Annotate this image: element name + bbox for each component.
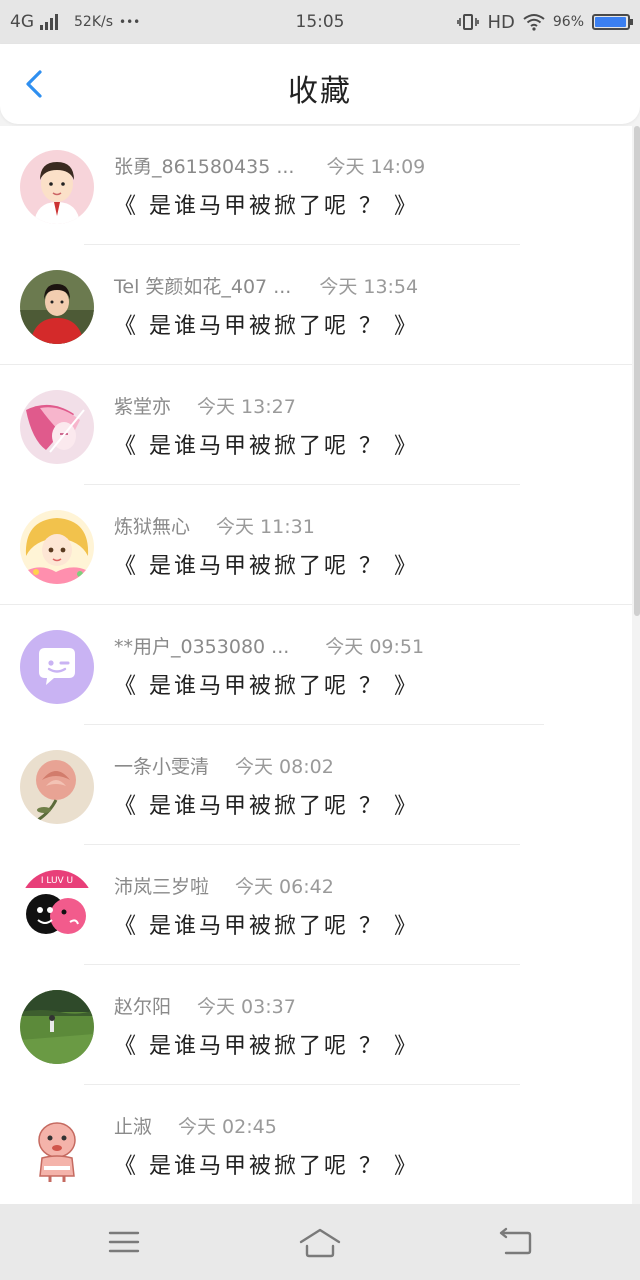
list-item[interactable]: 张勇_861580435 ... 今天 14:09 《 是谁马甲被掀了呢 ？ 》	[0, 126, 632, 246]
user-name: 紫堂亦	[114, 396, 172, 418]
system-nav-bar	[0, 1204, 640, 1280]
item-title: Tel 笑颜如花_407 ... 今天 13:54	[114, 272, 418, 299]
item-title: 赵尔阳 今天 03:37	[114, 992, 296, 1019]
scrollbar[interactable]	[634, 126, 640, 616]
divider	[0, 604, 632, 605]
timestamp: 今天 08:02	[235, 756, 334, 778]
menu-icon[interactable]	[104, 1222, 144, 1262]
hd-indicator: HD	[487, 11, 515, 33]
message-text: 《 是谁马甲被掀了呢 ？ 》	[114, 674, 419, 699]
item-title: 沛岚三岁啦 今天 06:42	[114, 872, 334, 899]
timestamp: 今天 11:31	[216, 516, 315, 538]
list-item[interactable]: Tel 笑颜如花_407 ... 今天 13:54 《 是谁马甲被掀了呢 ？ 》	[0, 246, 632, 366]
divider	[84, 244, 520, 245]
battery-fill	[595, 17, 626, 27]
status-dots: •••	[119, 15, 141, 29]
user-name: 沛岚三岁啦	[114, 876, 210, 898]
timestamp: 今天 02:45	[178, 1116, 277, 1138]
user-name: 止淑	[114, 1116, 153, 1138]
avatar-rose[interactable]	[20, 750, 94, 824]
divider	[84, 964, 520, 965]
timestamp: 今天 09:51	[325, 636, 425, 658]
message-text: 《 是谁马甲被掀了呢 ？ 》	[114, 194, 419, 219]
message-text: 《 是谁马甲被掀了呢 ？ 》	[114, 1154, 419, 1179]
item-title: 炼狱無心 今天 11:31	[114, 512, 315, 539]
user-name: 一条小雯清	[114, 756, 210, 778]
status-right: HD 96%	[457, 11, 633, 33]
list-item[interactable]: 一条小雯清 今天 08:02 《 是谁马甲被掀了呢 ？ 》	[0, 726, 632, 846]
avatar-grass-field[interactable]	[20, 990, 94, 1064]
battery-percent: 96%	[552, 14, 584, 30]
home-icon[interactable]	[298, 1222, 342, 1262]
divider	[84, 484, 520, 485]
list-item[interactable]: 炼狱無心 今天 11:31 《 是谁马甲被掀了呢 ？ 》	[0, 486, 632, 606]
battery-icon	[592, 14, 633, 30]
timestamp: 今天 14:09	[326, 156, 426, 178]
network-speed: 52K/s	[74, 14, 114, 30]
list-item[interactable]: 紫堂亦 今天 13:27 《 是谁马甲被掀了呢 ？ 》	[0, 366, 632, 486]
user-name: **用户_0353080 ...	[114, 636, 290, 658]
message-text: 《 是谁马甲被掀了呢 ？ 》	[114, 314, 419, 339]
favorites-list[interactable]: 张勇_861580435 ... 今天 14:09 《 是谁马甲被掀了呢 ？ 》 …	[0, 126, 632, 1204]
timestamp: 今天 03:37	[197, 996, 296, 1018]
divider	[84, 1084, 520, 1085]
wifi-icon	[523, 14, 545, 31]
timestamp: 今天 13:54	[319, 276, 419, 298]
message-text: 《 是谁马甲被掀了呢 ？ 》	[114, 434, 419, 459]
avatar-girl-red[interactable]	[20, 270, 94, 344]
divider	[84, 844, 520, 845]
message-text: 《 是谁马甲被掀了呢 ？ 》	[114, 1034, 419, 1059]
item-title: 紫堂亦 今天 13:27	[114, 392, 296, 419]
user-name: 炼狱無心	[114, 516, 191, 538]
divider	[0, 364, 632, 365]
page-title: 收藏	[288, 74, 352, 109]
timestamp: 今天 06:42	[235, 876, 334, 898]
signal-icon	[40, 14, 58, 30]
avatar-anime-blonde[interactable]	[20, 510, 94, 584]
list-item[interactable]: I LUV U 沛岚三岁啦 今天 06:42 《 是谁马甲被掀了呢 ？ 》	[0, 846, 632, 966]
message-text: 《 是谁马甲被掀了呢 ？ 》	[114, 914, 419, 939]
item-title: 一条小雯清 今天 08:02	[114, 752, 334, 779]
message-text: 《 是谁马甲被掀了呢 ？ 》	[114, 554, 419, 579]
item-title: 止淑 今天 02:45	[114, 1112, 277, 1139]
return-icon[interactable]	[496, 1222, 536, 1262]
status-bar: 4G 52K/s ••• 15:05 HD 96%	[0, 0, 640, 44]
user-name: Tel 笑颜如花_407 ...	[114, 276, 292, 298]
status-left: 4G 52K/s •••	[10, 12, 240, 32]
item-title: **用户_0353080 ... 今天 09:51	[114, 632, 424, 659]
timestamp: 今天 13:27	[197, 396, 296, 418]
message-text: 《 是谁马甲被掀了呢 ？ 》	[114, 794, 419, 819]
list-item[interactable]: 赵尔阳 今天 03:37 《 是谁马甲被掀了呢 ？ 》	[0, 966, 632, 1086]
vibrate-icon	[457, 14, 480, 30]
list-item[interactable]: **用户_0353080 ... 今天 09:51 《 是谁马甲被掀了呢 ？ 》	[0, 606, 632, 726]
svg-text:I LUV U: I LUV U	[41, 876, 73, 886]
network-type: 4G	[10, 12, 34, 32]
avatar-i-love-u[interactable]: I LUV U	[20, 870, 94, 944]
divider	[84, 724, 544, 725]
header-bar: 收藏	[0, 44, 640, 124]
avatar-anime-pink[interactable]	[20, 390, 94, 464]
user-name: 赵尔阳	[114, 996, 172, 1018]
avatar-default-chat[interactable]	[20, 630, 94, 704]
avatar-baby-cartoon[interactable]	[20, 1110, 94, 1184]
list-item[interactable]: 止淑 今天 02:45 《 是谁马甲被掀了呢 ？ 》	[0, 1086, 632, 1204]
item-title: 张勇_861580435 ... 今天 14:09	[114, 152, 425, 179]
user-name: 张勇_861580435 ...	[114, 156, 295, 178]
avatar-cartoon-boy[interactable]	[20, 150, 94, 224]
